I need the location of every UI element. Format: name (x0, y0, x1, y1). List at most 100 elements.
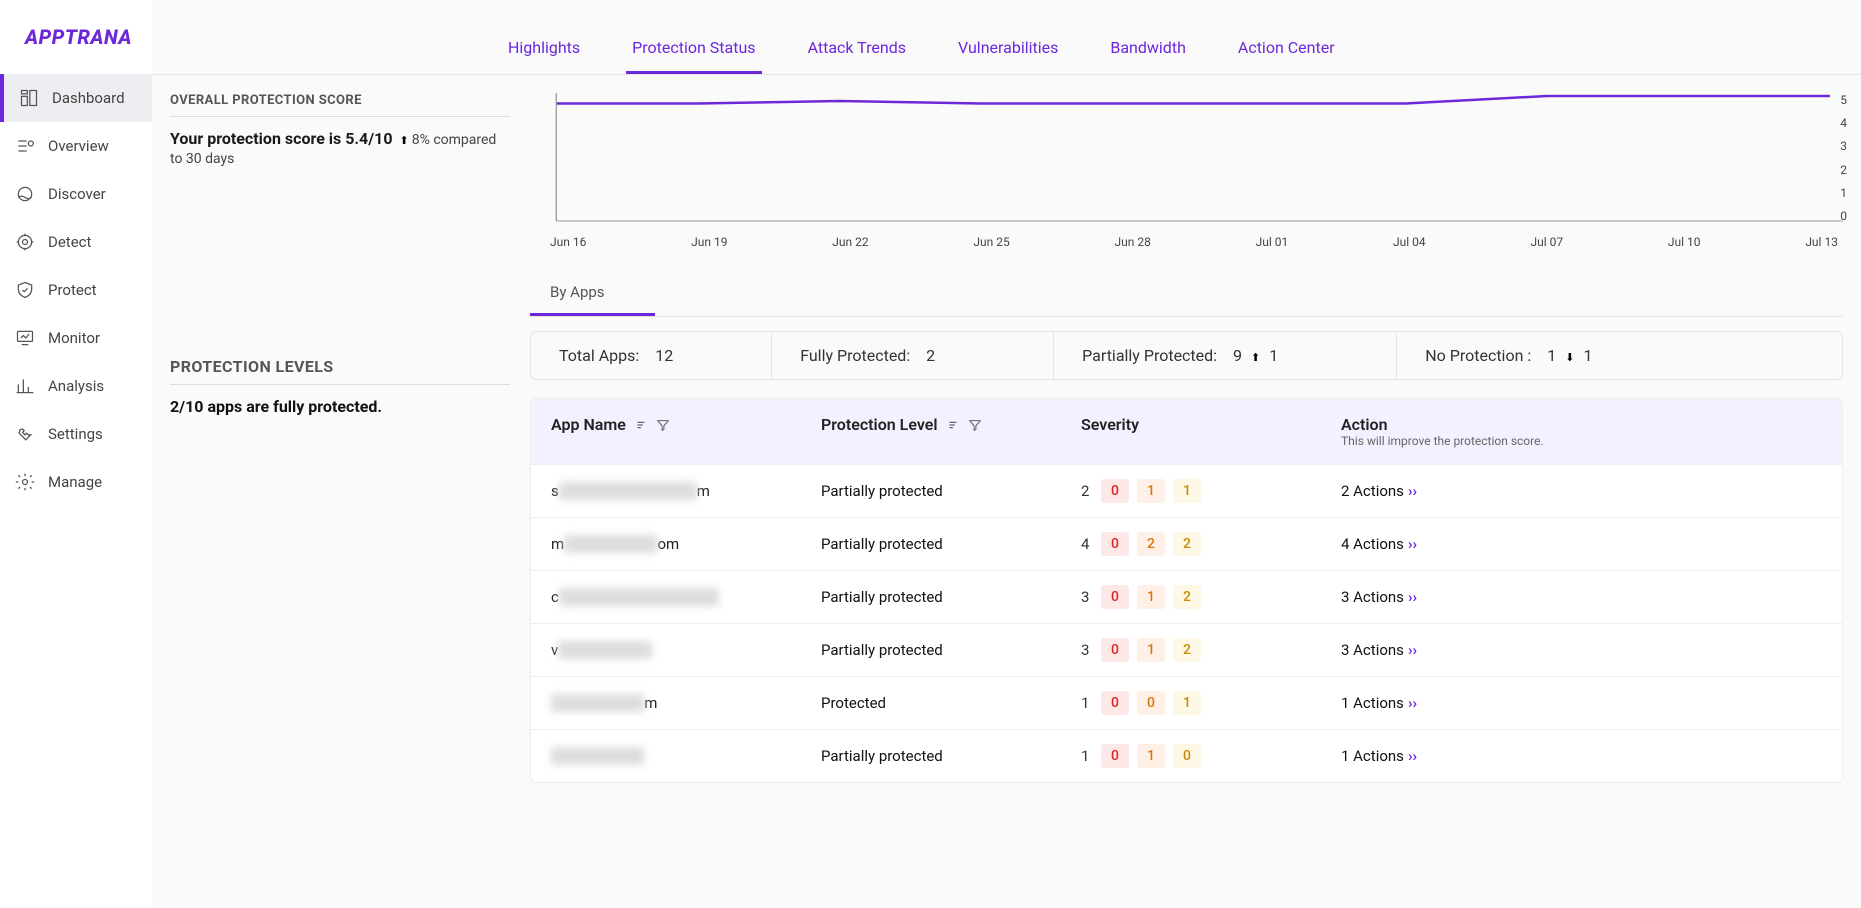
table-row: cxxxxxxxxxxxxxxxxxxxxxPartially protecte… (531, 570, 1842, 623)
sort-icon (634, 418, 648, 432)
severity-critical-pill: 0 (1101, 638, 1129, 662)
chevrons-right-icon: ›› (1408, 588, 1417, 606)
table-row: vxxxxxxxxxxxxPartially protected30123 Ac… (531, 623, 1842, 676)
settings-icon (14, 423, 36, 445)
brand-logo: APPTRANA (0, 10, 152, 74)
stat-fully-protected: Fully Protected: 2 (771, 332, 963, 379)
sidebar-item-label: Analysis (48, 377, 104, 395)
col-severity: Severity (1081, 415, 1341, 434)
sort-icon (946, 418, 960, 432)
sidebar-item-detect[interactable]: Detect (0, 218, 152, 266)
actions-link[interactable]: 4 Actions ›› (1341, 535, 1822, 553)
stat-total: Total Apps: 12 (531, 332, 701, 379)
arrow-up-icon (1248, 346, 1263, 365)
severity-medium-pill: 1 (1173, 479, 1201, 503)
x-tick: Jun 19 (691, 235, 727, 249)
col-action: Action This will improve the protection … (1341, 415, 1822, 448)
sidebar-item-settings[interactable]: Settings (0, 410, 152, 458)
subtab-by-apps[interactable]: By Apps (530, 273, 655, 316)
protection-level-cell: Partially protected (821, 747, 1081, 765)
tab-action-center[interactable]: Action Center (1232, 28, 1341, 74)
apps-table: App Name Protection Level Severity Actio… (530, 398, 1843, 783)
subtab-strip: By Apps (530, 273, 1843, 317)
sidebar-item-label: Manage (48, 473, 102, 491)
detect-icon (14, 231, 36, 253)
divider (170, 116, 510, 117)
analysis-icon (14, 375, 36, 397)
severity-medium-pill: 0 (1173, 744, 1201, 768)
divider (170, 384, 510, 385)
sidebar-item-monitor[interactable]: Monitor (0, 314, 152, 362)
severity-medium-pill: 2 (1173, 532, 1201, 556)
tab-attack-trends[interactable]: Attack Trends (802, 28, 912, 74)
chevrons-right-icon: ›› (1408, 482, 1417, 500)
actions-link[interactable]: 1 Actions ›› (1341, 694, 1822, 712)
sidebar-item-manage[interactable]: Manage (0, 458, 152, 506)
y-tick: 1 (1840, 186, 1847, 200)
chevrons-right-icon: ›› (1408, 694, 1417, 712)
filter-icon[interactable] (968, 418, 982, 432)
severity-critical-pill: 0 (1101, 691, 1129, 715)
tab-vulnerabilities[interactable]: Vulnerabilities (952, 28, 1064, 74)
severity-high-pill: 1 (1137, 638, 1165, 662)
chevrons-right-icon: ›› (1408, 535, 1417, 553)
overview-icon (14, 135, 36, 157)
filter-icon[interactable] (656, 418, 670, 432)
sidebar: APPTRANA DashboardOverview Discover Detect… (0, 0, 152, 908)
actions-link[interactable]: 1 Actions ›› (1341, 747, 1822, 765)
app-name-cell: vxxxxxxxxxxxx (551, 641, 821, 659)
tab-strip: Highlights Protection Status Attack Trends… (152, 18, 1861, 75)
severity-medium-pill: 2 (1173, 585, 1201, 609)
severity-cell: 3012 (1081, 638, 1341, 662)
arrow-up-icon (397, 132, 412, 148)
x-tick: Jul 04 (1393, 235, 1426, 249)
col-protection-level[interactable]: Protection Level (821, 415, 1081, 434)
sidebar-item-label: Discover (48, 185, 106, 203)
col-app-name[interactable]: App Name (551, 415, 821, 434)
actions-link[interactable]: 2 Actions ›› (1341, 482, 1822, 500)
severity-high-pill: 1 (1137, 479, 1165, 503)
table-row: sxxxxxxxxxxxxxxxxxxmPartially protected2… (531, 464, 1842, 517)
x-tick: Jun 25 (973, 235, 1009, 249)
sidebar-item-analysis[interactable]: Analysis (0, 362, 152, 410)
protection-level-cell: Protected (821, 694, 1081, 712)
sidebar-item-protect[interactable]: Protect (0, 266, 152, 314)
sidebar-item-label: Protect (48, 281, 97, 299)
sidebar-item-dashboard[interactable]: Dashboard (0, 74, 152, 122)
top-bar: All Domain Last 30 Days Generate Report (152, 0, 1861, 18)
severity-critical-pill: 0 (1101, 585, 1129, 609)
levels-section-label: PROTECTION LEVELS (170, 357, 510, 376)
app-name-cell: sxxxxxxxxxxxxxxxxxxm (551, 482, 821, 500)
app-name-cell: mxxxxxxxxxxxxom (551, 535, 821, 553)
tab-bandwidth[interactable]: Bandwidth (1104, 28, 1192, 74)
actions-link[interactable]: 3 Actions ›› (1341, 641, 1822, 659)
severity-critical-pill: 0 (1101, 479, 1129, 503)
sidebar-item-overview[interactable]: Overview (0, 122, 152, 170)
severity-high-pill: 1 (1137, 744, 1165, 768)
x-tick: Jul 10 (1668, 235, 1701, 249)
y-tick: 3 (1840, 139, 1847, 153)
table-row: xxxxxxxxxxxxPartially protected10101 Act… (531, 729, 1842, 782)
sidebar-item-label: Settings (48, 425, 103, 443)
actions-link[interactable]: 3 Actions ›› (1341, 588, 1822, 606)
sidebar-item-discover[interactable]: Discover (0, 170, 152, 218)
severity-critical-pill: 0 (1101, 744, 1129, 768)
stats-bar: Total Apps: 12 Fully Protected: 2 Partia… (530, 331, 1843, 380)
severity-high-pill: 1 (1137, 585, 1165, 609)
sidebar-item-label: Detect (48, 233, 91, 251)
manage-icon (14, 471, 36, 493)
score-chart: 543210 Jun 16Jun 19Jun 22Jun 25Jun 28Jul… (530, 93, 1843, 248)
chevrons-right-icon: ›› (1408, 747, 1417, 765)
y-tick: 2 (1840, 163, 1847, 177)
table-row: mxxxxxxxxxxxxomPartially protected40224 … (531, 517, 1842, 570)
tab-protection-status[interactable]: Protection Status (626, 28, 761, 74)
chevrons-right-icon: ›› (1408, 641, 1417, 659)
tab-highlights[interactable]: Highlights (502, 28, 586, 74)
x-tick: Jun 22 (832, 235, 868, 249)
levels-text: 2/10 apps are fully protected. (170, 397, 510, 416)
x-tick: Jul 13 (1805, 235, 1838, 249)
severity-high-pill: 2 (1137, 532, 1165, 556)
stat-no-protection: No Protection : 1 1 (1396, 332, 1620, 379)
y-tick: 4 (1840, 116, 1847, 130)
protection-level-cell: Partially protected (821, 588, 1081, 606)
